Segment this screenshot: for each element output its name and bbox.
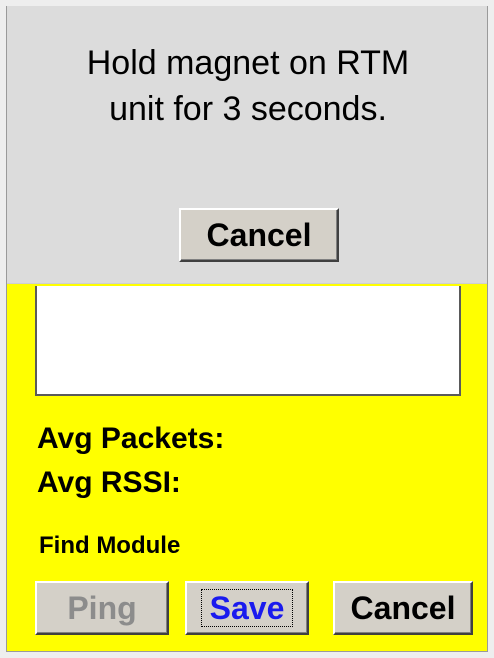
dialog-message: Hold magnet on RTM unit for 3 seconds. [86, 44, 410, 128]
dialog-cancel-button[interactable]: Cancel [179, 208, 339, 262]
avg-rssi-label: Avg RSSI: [37, 466, 181, 499]
avg-packets-label: Avg Packets: [37, 422, 225, 455]
find-module-label: Find Module [39, 532, 181, 559]
save-button[interactable]: Save [185, 581, 309, 635]
magnet-dialog: Hold magnet on RTM unit for 3 seconds. C… [7, 6, 487, 284]
save-button-label: Save [200, 589, 294, 627]
results-list[interactable] [35, 286, 461, 396]
cancel-button[interactable]: Cancel [333, 581, 473, 635]
app-window: Avg Packets: Avg RSSI: Find Module Ping … [6, 6, 488, 652]
ping-button: Ping [35, 581, 169, 635]
